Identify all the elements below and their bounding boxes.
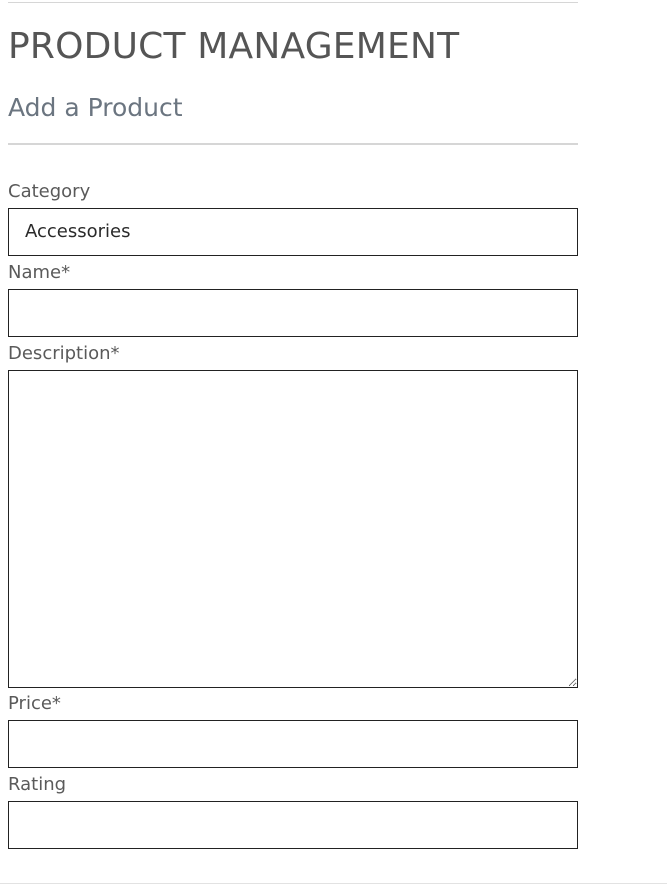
viewport-bottom-edge — [0, 883, 667, 884]
description-textarea[interactable] — [8, 370, 578, 688]
rating-label: Rating — [8, 774, 67, 795]
page-title: PRODUCT MANAGEMENT — [8, 26, 460, 67]
page-subtitle: Add a Product — [8, 93, 183, 122]
price-input-wrap — [8, 720, 578, 768]
add-product-form: Category Accessories Name* Description* … — [8, 181, 578, 849]
product-management-page: PRODUCT MANAGEMENT Add a Product Categor… — [0, 0, 667, 886]
name-input[interactable] — [8, 289, 578, 337]
section-divider — [8, 143, 578, 145]
main-content: PRODUCT MANAGEMENT Add a Product Categor… — [8, 0, 578, 849]
rating-input[interactable] — [8, 801, 578, 849]
top-divider — [8, 2, 578, 3]
category-label: Category — [8, 181, 91, 202]
category-selected-value: Accessories — [25, 221, 131, 242]
description-textarea-wrap — [8, 370, 578, 688]
category-select[interactable]: Accessories — [8, 208, 578, 256]
name-input-wrap — [8, 289, 578, 337]
category-select-wrap: Accessories — [8, 208, 578, 256]
name-label: Name* — [8, 262, 71, 283]
price-label: Price* — [8, 693, 61, 714]
description-label: Description* — [8, 343, 120, 364]
price-input[interactable] — [8, 720, 578, 768]
rating-input-wrap — [8, 801, 578, 849]
